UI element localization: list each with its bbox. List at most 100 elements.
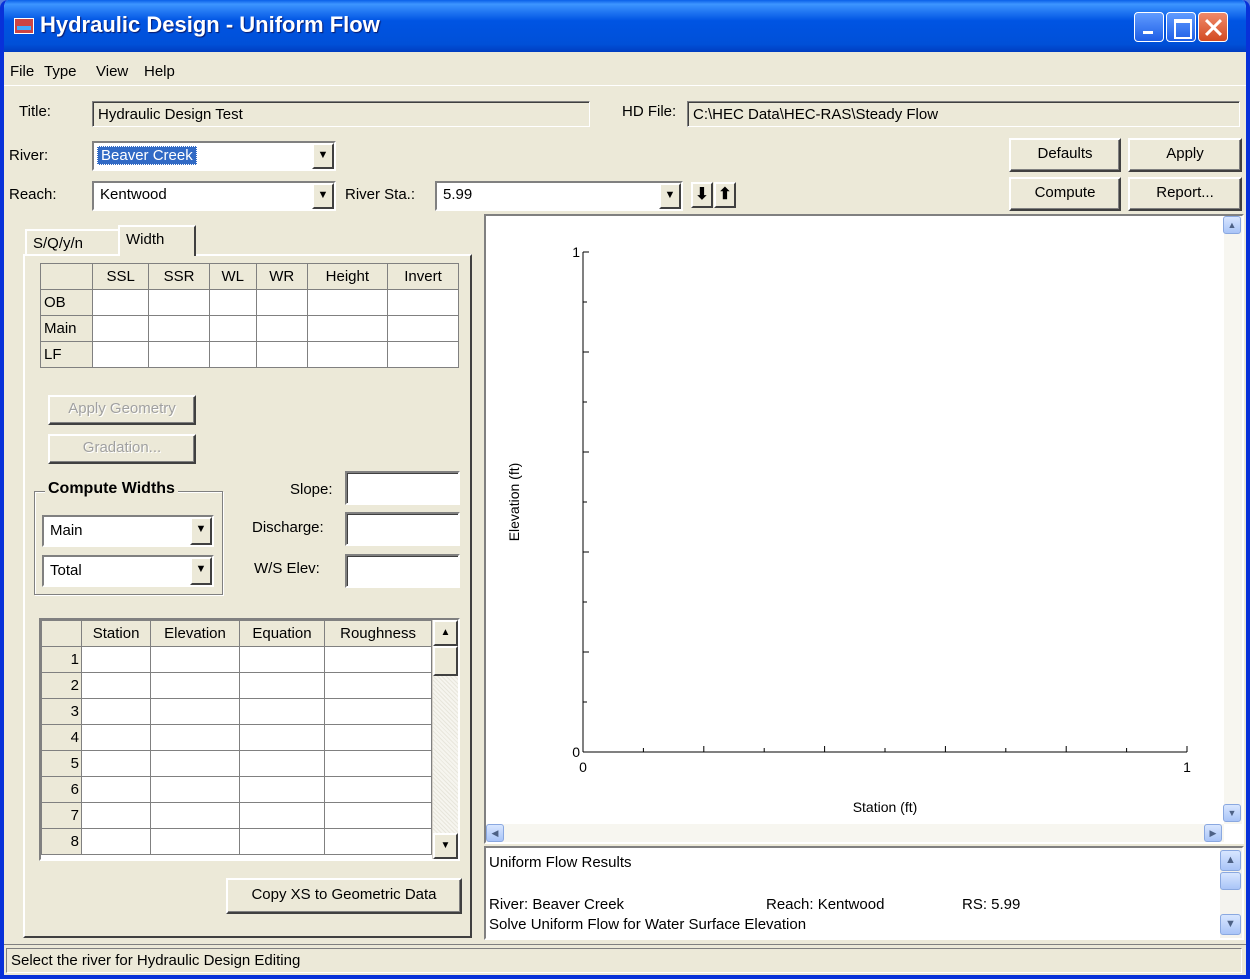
scroll-down-icon[interactable]: ▼ — [1223, 804, 1241, 822]
scroll-thumb[interactable] — [433, 646, 458, 676]
table-cell[interactable] — [324, 646, 432, 673]
table-cell[interactable] — [80, 776, 152, 803]
title-field[interactable]: Hydraulic Design Test — [92, 101, 590, 127]
compute-widths-select-1[interactable]: Main ▼ — [42, 515, 214, 547]
table-cell[interactable] — [150, 646, 240, 673]
xs-table-scrollbar[interactable]: ▲ ▼ — [432, 620, 458, 859]
table-cell[interactable] — [208, 341, 257, 368]
table-cell[interactable] — [386, 341, 460, 368]
gradation-button[interactable]: Gradation... — [48, 434, 196, 464]
table-cell[interactable] — [80, 646, 152, 673]
defaults-button[interactable]: Defaults — [1009, 138, 1121, 172]
menu-help[interactable]: Help — [144, 63, 175, 80]
table-cell[interactable] — [91, 315, 150, 342]
table-cell[interactable] — [80, 802, 152, 829]
scroll-down-button[interactable]: ▼ — [433, 833, 458, 859]
table-cell[interactable] — [148, 315, 210, 342]
up-arrow-button[interactable]: ⬆ — [714, 182, 736, 208]
results-scrollbar[interactable]: ▲ ▼ — [1220, 848, 1242, 938]
table-cell[interactable] — [306, 315, 388, 342]
table-cell[interactable] — [386, 315, 460, 342]
scroll-right-icon[interactable]: ▶ — [1204, 824, 1222, 842]
table-cell[interactable] — [255, 289, 308, 316]
report-button[interactable]: Report... — [1128, 177, 1242, 211]
chart-vscroll[interactable]: ▲ ▼ — [1223, 216, 1242, 824]
table-cell[interactable] — [238, 776, 326, 803]
table-cell[interactable] — [150, 698, 240, 725]
table-cell[interactable] — [324, 802, 432, 829]
menu-view[interactable]: View — [96, 63, 128, 80]
table-cell[interactable] — [306, 341, 388, 368]
scroll-left-icon[interactable]: ◀ — [486, 824, 504, 842]
close-button[interactable] — [1198, 12, 1228, 42]
table-cell[interactable] — [306, 289, 388, 316]
scroll-down-icon[interactable]: ▼ — [1220, 914, 1241, 935]
table-cell[interactable] — [208, 289, 257, 316]
table-cell[interactable] — [324, 724, 432, 751]
scroll-up-icon[interactable]: ▲ — [1223, 216, 1241, 234]
reach-select[interactable]: Kentwood ▼ — [92, 181, 336, 211]
table-cell[interactable] — [148, 341, 210, 368]
apply-button[interactable]: Apply — [1128, 138, 1242, 172]
chevron-down-icon[interactable]: ▼ — [312, 183, 334, 209]
compute-button[interactable]: Compute — [1009, 177, 1121, 211]
scroll-up-icon[interactable]: ▲ — [1220, 850, 1241, 871]
table-cell[interactable] — [238, 750, 326, 777]
table-cell[interactable] — [150, 672, 240, 699]
river-sta-select[interactable]: 5.99 ▼ — [435, 181, 683, 211]
table-cell[interactable] — [238, 802, 326, 829]
tab-width[interactable]: Width — [118, 225, 196, 256]
scroll-thumb[interactable] — [1220, 872, 1241, 890]
minimize-button[interactable] — [1134, 12, 1164, 42]
table-cell[interactable] — [80, 698, 152, 725]
table-cell[interactable] — [324, 750, 432, 777]
table-cell[interactable] — [148, 289, 210, 316]
chevron-down-icon[interactable]: ▼ — [659, 183, 681, 209]
ws-elev-input[interactable] — [345, 554, 460, 588]
table-cell[interactable] — [80, 672, 152, 699]
row-number: 1 — [41, 646, 82, 673]
tab-sqyn[interactable]: S/Q/y/n — [25, 229, 121, 256]
chevron-down-icon[interactable]: ▼ — [190, 517, 212, 545]
river-select[interactable]: Beaver Creek ▼ — [92, 141, 336, 171]
table-cell[interactable] — [150, 750, 240, 777]
table-cell[interactable] — [150, 724, 240, 751]
table-cell[interactable] — [324, 698, 432, 725]
maximize-button[interactable] — [1166, 12, 1196, 42]
table-cell[interactable] — [208, 315, 257, 342]
discharge-input[interactable] — [345, 512, 460, 546]
apply-geometry-button[interactable]: Apply Geometry — [48, 395, 196, 425]
table-cell[interactable] — [91, 341, 150, 368]
table-cell[interactable] — [386, 289, 460, 316]
table-cell[interactable] — [238, 724, 326, 751]
table-cell[interactable] — [255, 341, 308, 368]
menu-type[interactable]: Type — [44, 63, 77, 80]
table-cell[interactable] — [150, 802, 240, 829]
chart-hscroll[interactable]: ◀ ▶ — [486, 824, 1224, 842]
table-cell[interactable] — [238, 646, 326, 673]
table-cell[interactable] — [255, 315, 308, 342]
table-cell[interactable] — [80, 828, 152, 855]
slope-input[interactable] — [345, 471, 460, 505]
table-cell[interactable] — [324, 672, 432, 699]
title-bar[interactable]: Hydraulic Design - Uniform Flow — [4, 0, 1246, 52]
copy-xs-button[interactable]: Copy XS to Geometric Data — [226, 878, 462, 914]
table-cell[interactable] — [324, 776, 432, 803]
down-arrow-button[interactable]: ⬇ — [691, 182, 713, 208]
table-cell[interactable] — [80, 750, 152, 777]
scroll-up-button[interactable]: ▲ — [433, 620, 458, 646]
table-cell[interactable] — [324, 828, 432, 855]
chevron-down-icon[interactable]: ▼ — [190, 557, 212, 585]
xs-table[interactable]: Station Elevation Equation Roughness 1 2… — [41, 620, 432, 855]
table-cell[interactable] — [150, 776, 240, 803]
chevron-down-icon[interactable]: ▼ — [312, 143, 334, 169]
table-cell[interactable] — [80, 724, 152, 751]
table-cell[interactable] — [238, 672, 326, 699]
menu-file[interactable]: File — [10, 63, 34, 80]
table-cell[interactable] — [238, 698, 326, 725]
table-cell[interactable] — [238, 828, 326, 855]
table-cell[interactable] — [91, 289, 150, 316]
width-table[interactable]: SSL SSR WL WR Height Invert OB Main LF — [40, 263, 460, 368]
table-cell[interactable] — [150, 828, 240, 855]
compute-widths-select-2[interactable]: Total ▼ — [42, 555, 214, 587]
